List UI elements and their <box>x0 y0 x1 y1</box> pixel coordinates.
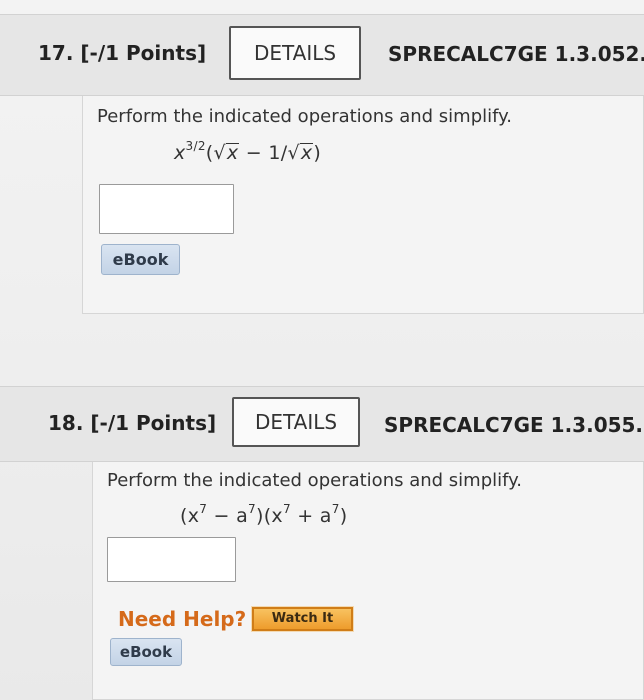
expression-exponent: 3/2 <box>185 139 206 153</box>
question-17-prompt: Perform the indicated operations and sim… <box>97 106 512 127</box>
expression-close-open: )(x <box>255 505 283 527</box>
expression-close-paren: ) <box>313 142 322 164</box>
question-18-details-button[interactable]: DETAILS <box>232 397 360 447</box>
question-17-answer-input[interactable] <box>99 184 234 234</box>
expression-minus-a: − a <box>207 505 249 527</box>
expression-open-x: (x <box>180 505 200 527</box>
question-18-code: SPRECALC7GE 1.3.055. <box>384 413 644 437</box>
question-17-ebook-button[interactable]: eBook <box>101 244 180 275</box>
expression-exp-4: 7 <box>331 502 340 516</box>
question-18-ebook-button[interactable]: eBook <box>110 638 182 666</box>
question-17-details-button[interactable]: DETAILS <box>229 26 361 80</box>
expression-plus-a: + a <box>290 505 332 527</box>
question-17-expression: x3/2(√x − 1/√x) <box>174 139 322 164</box>
expression-base: x <box>174 142 186 164</box>
question-18-prompt: Perform the indicated operations and sim… <box>107 470 522 491</box>
need-help-label: Need Help? <box>118 607 247 631</box>
expression-exp-3: 7 <box>282 502 291 516</box>
radical-sign-icon: √ <box>213 142 226 164</box>
expression-exp-1: 7 <box>199 502 208 516</box>
watch-it-button[interactable]: Watch It <box>251 606 354 632</box>
expression-minus: − 1/ <box>239 142 288 164</box>
assignment-page: 17. [-/1 Points] DETAILS SPRECALC7GE 1.3… <box>0 0 644 700</box>
expression-exp-2: 7 <box>248 502 256 516</box>
question-17-number: 17. [-/1 Points] <box>38 41 207 65</box>
radical-sign-icon: √ <box>287 142 300 164</box>
question-18-number: 18. [-/1 Points] <box>48 411 217 435</box>
question-18-answer-input[interactable] <box>107 537 236 582</box>
radicand-1: x <box>225 142 240 164</box>
question-17-code: SPRECALC7GE 1.3.052. <box>388 42 644 66</box>
question-18-expression: (x7 − a7)(x7 + a7) <box>180 502 348 527</box>
expression-close: ) <box>339 505 348 527</box>
radicand-2: x <box>299 142 314 164</box>
